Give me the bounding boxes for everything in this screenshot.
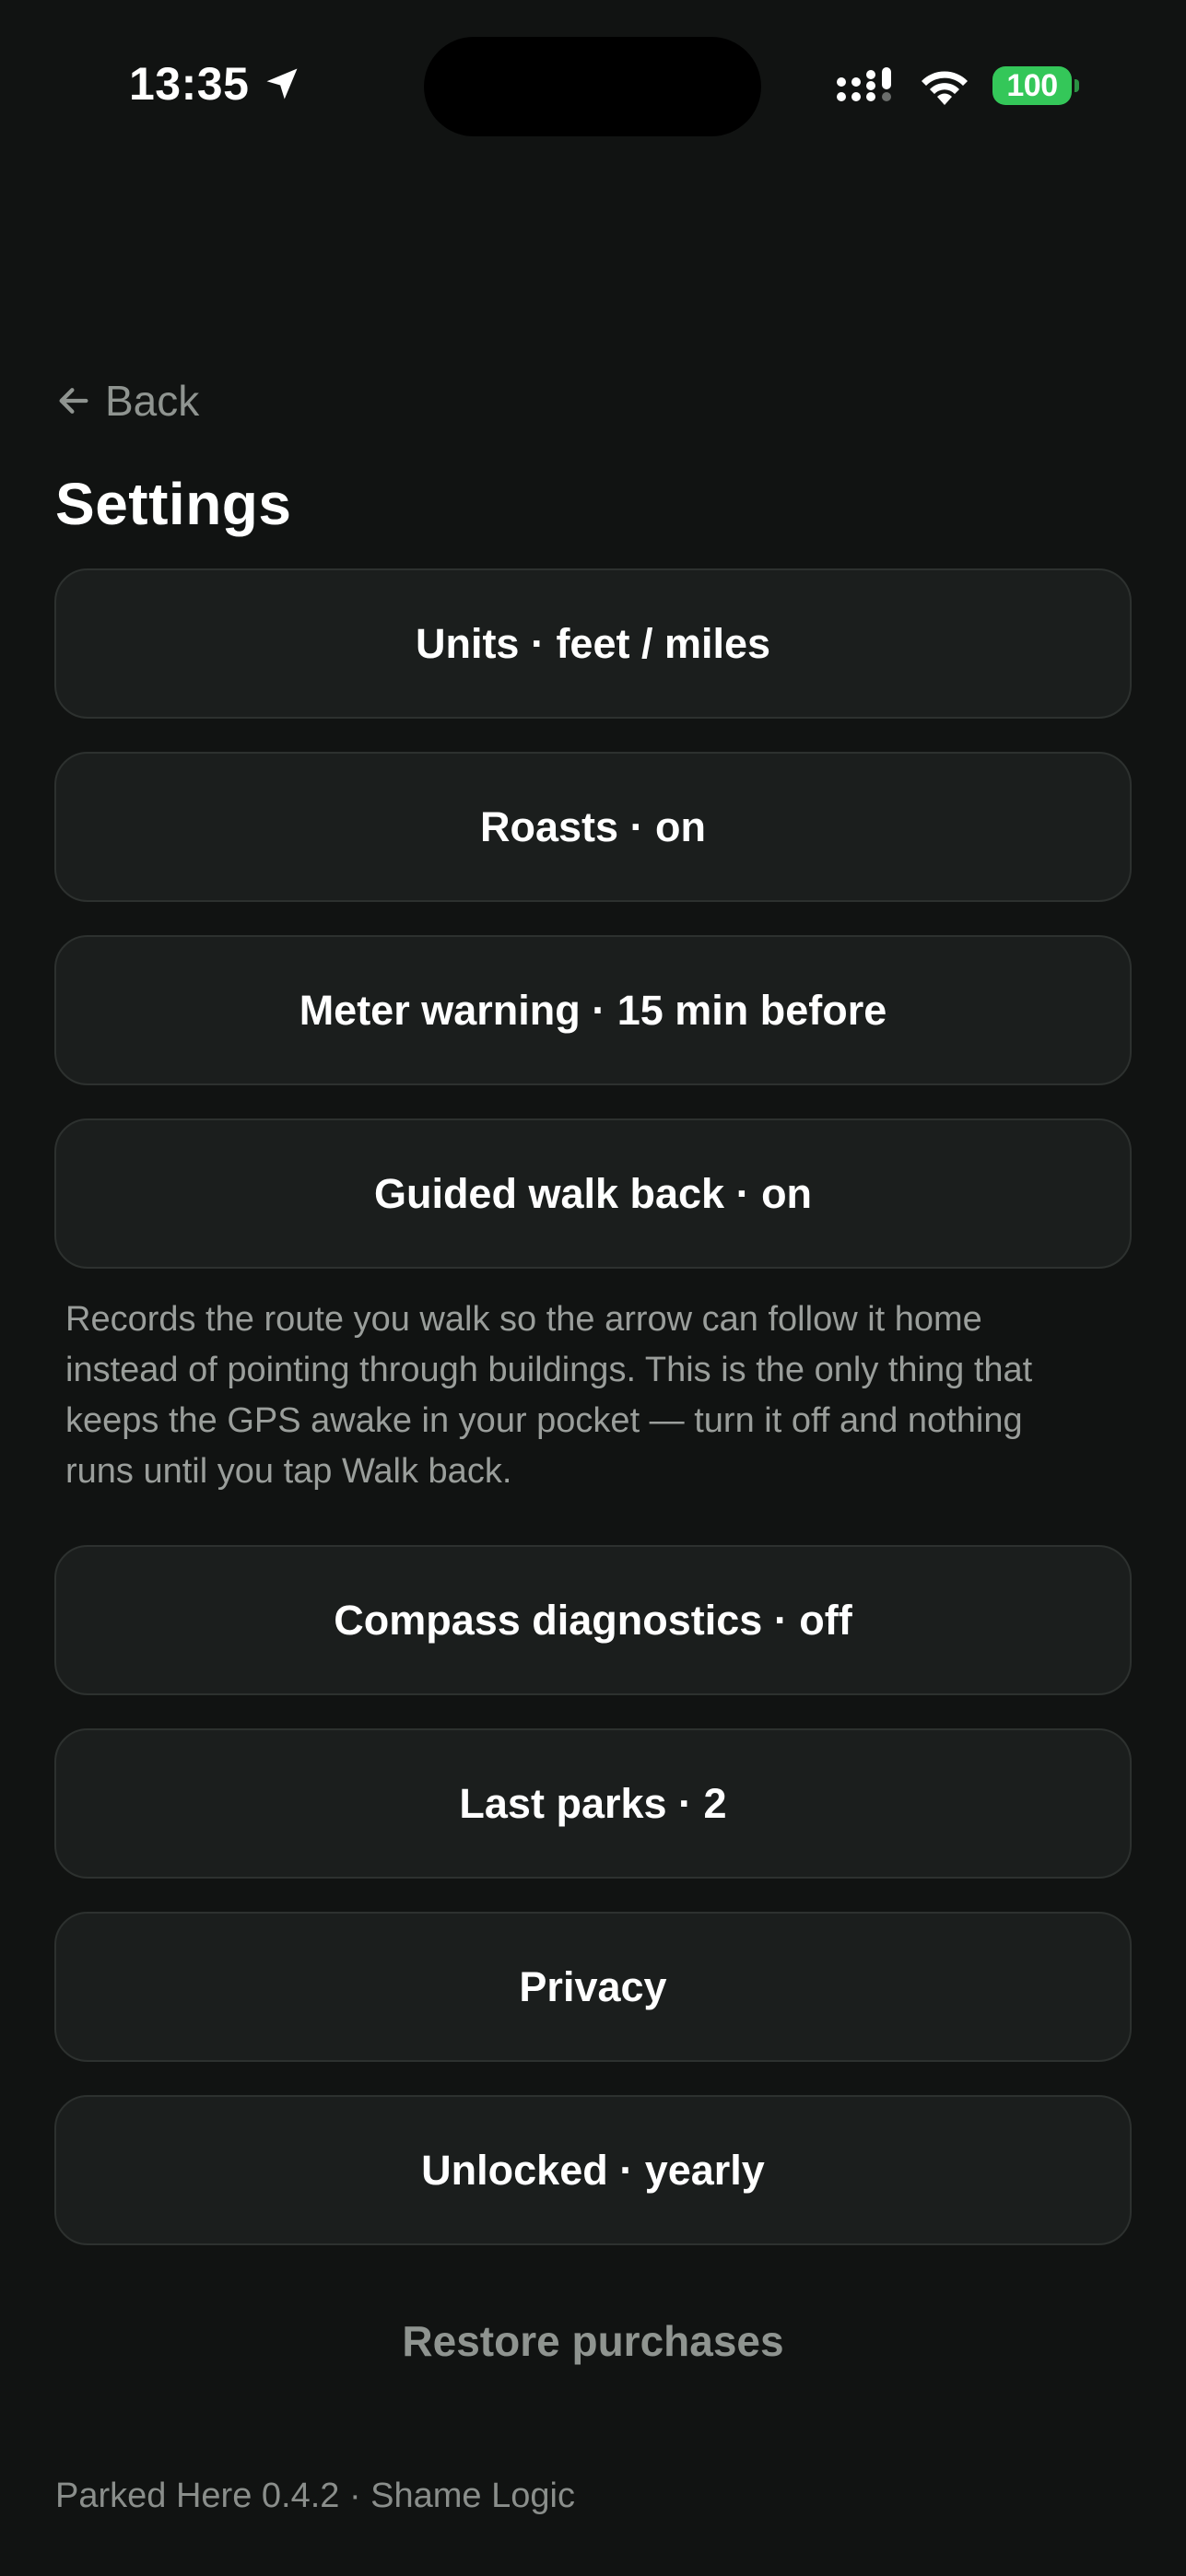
battery-tip	[1074, 79, 1079, 92]
meter-warning-button[interactable]: Meter warning · 15 min before	[54, 935, 1132, 1085]
app-version-footer: Parked Here 0.4.2 · Shame Logic	[55, 2476, 575, 2515]
location-arrow-icon	[266, 68, 298, 100]
status-indicators: 100	[836, 64, 1079, 107]
roasts-button[interactable]: Roasts · on	[54, 752, 1132, 902]
back-label: Back	[105, 377, 200, 425]
guided-walk-back-button[interactable]: Guided walk back · on	[54, 1118, 1132, 1269]
last-parks-button[interactable]: Last parks · 2	[54, 1728, 1132, 1879]
unlocked-button[interactable]: Unlocked · yearly	[54, 2095, 1132, 2245]
page-title: Settings	[55, 471, 292, 537]
compass-diagnostics-button[interactable]: Compass diagnostics · off	[54, 1545, 1132, 1695]
battery-icon: 100	[992, 66, 1079, 105]
dynamic-island	[424, 37, 761, 136]
battery-level: 100	[992, 66, 1072, 105]
cellular-signal-icon	[837, 67, 891, 101]
restore-purchases-button[interactable]: Restore purchases	[0, 2316, 1186, 2366]
time-label: 13:35	[129, 58, 250, 110]
walk-back-description: Records the route you walk so the arrow …	[65, 1300, 1033, 1491]
privacy-button[interactable]: Privacy	[54, 1912, 1132, 2062]
units-button[interactable]: Units · feet / miles	[54, 568, 1132, 719]
arrow-left-icon	[59, 388, 88, 414]
status-time: 13:35	[129, 57, 302, 111]
wifi-icon	[922, 71, 968, 105]
status-bar: 13:35 100	[0, 0, 1186, 175]
back-button[interactable]: Back	[55, 376, 199, 426]
settings-list: Units · feet / miles Roasts · on Meter w…	[54, 568, 1132, 2278]
